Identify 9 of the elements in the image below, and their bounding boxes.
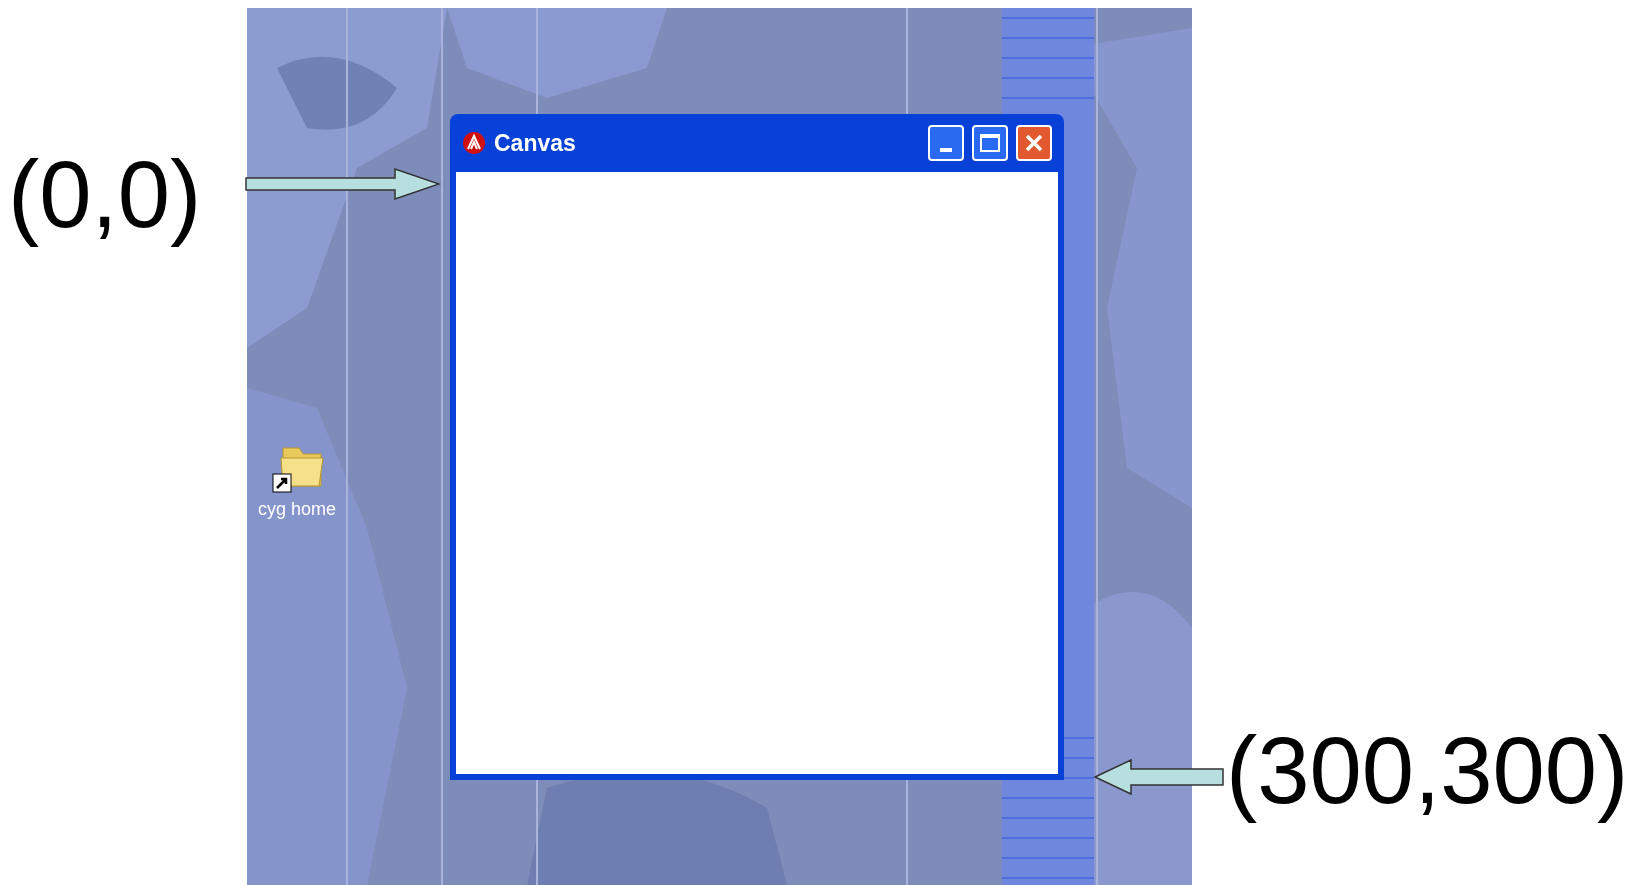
app-icon (462, 131, 486, 155)
coordinate-label: (300,300) (1226, 717, 1629, 825)
coordinate-label: (0,0) (8, 141, 202, 249)
icon-label[interactable]: cyg home (257, 496, 336, 523)
maximize-button[interactable] (972, 125, 1008, 161)
window-title: Canvas (494, 128, 577, 158)
minimize-button[interactable] (928, 125, 964, 161)
close-button[interactable] (1016, 125, 1052, 161)
close-icon (1024, 133, 1044, 153)
